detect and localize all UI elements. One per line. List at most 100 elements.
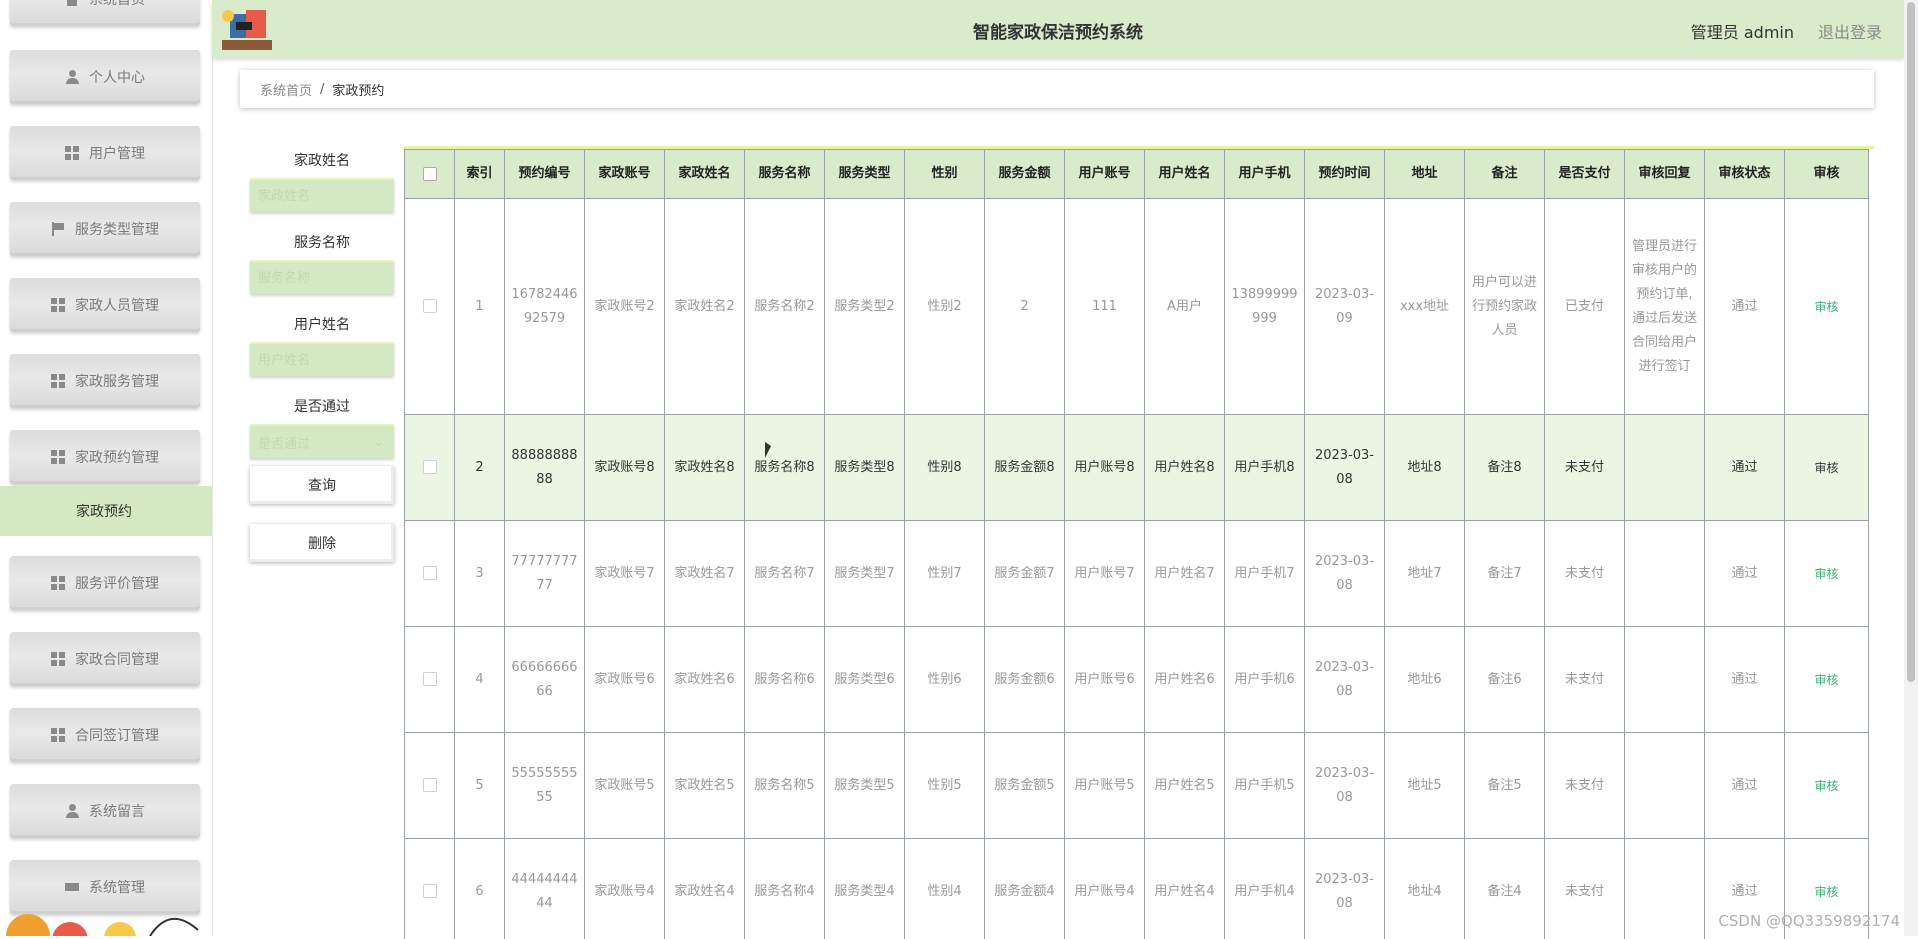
row-select-cell[interactable] xyxy=(405,839,455,939)
table-cell: 用户手机6 xyxy=(1225,627,1305,733)
table-cell: 服务类型5 xyxy=(825,733,905,839)
table-cell: 性别8 xyxy=(905,415,985,521)
user-name-label: 用户姓名 xyxy=(248,314,396,334)
table-cell: 2023-03-08 xyxy=(1305,415,1385,521)
table-cell: 5555555555 xyxy=(505,733,585,839)
row-checkbox[interactable] xyxy=(423,460,437,474)
booking-table: 索引 预约编号 家政账号 家政姓名 服务名称 服务类型 性别 服务金额 用户账号… xyxy=(404,149,1869,939)
sidebar: 系统首页 个人中心 用户管理 服务类型管理 家政人员管理 家政服务管理 家政预约… xyxy=(0,0,213,936)
table-cell: 未支付 xyxy=(1545,627,1625,733)
table-row[interactable]: 64444444444家政账号4家政姓名4服务名称4服务类型4性别4服务金额4用… xyxy=(405,839,1869,939)
sidebar-item-bookings[interactable]: 家政预约管理 xyxy=(10,430,200,484)
table-row[interactable]: 11678244692579家政账号2家政姓名2服务名称2服务类型2性别2211… xyxy=(405,199,1869,415)
table-cell: 未支付 xyxy=(1545,733,1625,839)
row-checkbox[interactable] xyxy=(423,299,437,313)
query-button[interactable]: 查询 xyxy=(250,466,394,504)
sidebar-item-home[interactable]: 系统首页 xyxy=(10,0,200,26)
service-name-label: 服务名称 xyxy=(248,232,396,252)
table-row[interactable]: 46666666666家政账号6家政姓名6服务名称6服务类型6性别6服务金额6用… xyxy=(405,627,1869,733)
table-cell: 通过 xyxy=(1705,199,1785,415)
sidebar-item-label: 家政预约管理 xyxy=(75,447,159,467)
table-cell: xxx地址 xyxy=(1385,199,1465,415)
table-cell: 地址7 xyxy=(1385,521,1465,627)
delete-button[interactable]: 删除 xyxy=(250,524,394,562)
breadcrumb-separator: / xyxy=(320,82,324,97)
table-cell: 家政账号7 xyxy=(585,521,665,627)
sidebar-item-label: 系统管理 xyxy=(89,877,145,897)
row-select-cell[interactable] xyxy=(405,199,455,415)
table-cell: 用户姓名8 xyxy=(1145,415,1225,521)
table-cell: 服务金额4 xyxy=(985,839,1065,939)
breadcrumb-home[interactable]: 系统首页 xyxy=(260,80,312,99)
table-row[interactable]: 28888888888家政账号8家政姓名8服务名称8服务类型8性别8服务金额8用… xyxy=(405,415,1869,521)
review-link[interactable]: 审核 xyxy=(1785,733,1869,839)
table-cell: 服务名称8 xyxy=(745,415,825,521)
row-select-cell[interactable] xyxy=(405,733,455,839)
table-cell: 通过 xyxy=(1705,521,1785,627)
select-all-cell[interactable] xyxy=(405,150,455,199)
sidebar-item-label: 系统首页 xyxy=(89,0,145,9)
table-cell: 家政姓名5 xyxy=(665,733,745,839)
page-scrollbar[interactable] xyxy=(1904,0,1918,936)
review-link[interactable]: 审核 xyxy=(1785,627,1869,733)
approved-select[interactable]: 是否通过 ⌄ xyxy=(250,424,394,458)
table-row[interactable]: 37777777777家政账号7家政姓名7服务名称7服务类型7性别7服务金额7用… xyxy=(405,521,1869,627)
sidebar-item-service-types[interactable]: 服务类型管理 xyxy=(10,202,200,256)
chevron-down-icon: ⌄ xyxy=(373,435,384,450)
table-cell: 用户可以进行预约家政人员 xyxy=(1465,199,1545,415)
table-cell: 2023-03-09 xyxy=(1305,199,1385,415)
table-cell: 用户姓名7 xyxy=(1145,521,1225,627)
sidebar-item-signing[interactable]: 合同签订管理 xyxy=(10,708,200,762)
row-select-cell[interactable] xyxy=(405,627,455,733)
row-checkbox[interactable] xyxy=(423,884,437,898)
select-all-checkbox[interactable] xyxy=(423,167,437,181)
table-cell xyxy=(1625,521,1705,627)
staff-name-input[interactable] xyxy=(250,178,394,212)
column-header: 用户手机 xyxy=(1225,150,1305,199)
sidebar-item-messages[interactable]: 系统留言 xyxy=(10,784,200,838)
table-cell: 6666666666 xyxy=(505,627,585,733)
column-header: 家政姓名 xyxy=(665,150,745,199)
sidebar-item-profile[interactable]: 个人中心 xyxy=(10,50,200,104)
user-icon xyxy=(65,70,79,84)
table-row[interactable]: 55555555555家政账号5家政姓名5服务名称5服务类型5性别5服务金额5用… xyxy=(405,733,1869,839)
table-cell: 1678244692579 xyxy=(505,199,585,415)
row-select-cell[interactable] xyxy=(405,415,455,521)
review-link[interactable]: 审核 xyxy=(1785,521,1869,627)
sidebar-item-reviews[interactable]: 服务评价管理 xyxy=(10,556,200,610)
sidebar-item-label: 服务类型管理 xyxy=(75,219,159,239)
table-cell: 地址8 xyxy=(1385,415,1465,521)
review-link[interactable]: 审核 xyxy=(1785,415,1869,521)
sidebar-item-label: 家政服务管理 xyxy=(75,371,159,391)
row-checkbox[interactable] xyxy=(423,778,437,792)
sidebar-item-staff[interactable]: 家政人员管理 xyxy=(10,278,200,332)
column-header: 审核 xyxy=(1785,150,1869,199)
table-cell: 地址6 xyxy=(1385,627,1465,733)
service-name-input[interactable] xyxy=(250,260,394,294)
row-checkbox[interactable] xyxy=(423,566,437,580)
row-checkbox[interactable] xyxy=(423,672,437,686)
grid-icon xyxy=(51,298,65,312)
table-cell: 家政姓名6 xyxy=(665,627,745,733)
sidebar-item-label: 合同签订管理 xyxy=(75,725,159,745)
user-name-input[interactable] xyxy=(250,342,394,376)
row-select-cell[interactable] xyxy=(405,521,455,627)
table-cell: 服务类型8 xyxy=(825,415,905,521)
table-cell: 通过 xyxy=(1705,733,1785,839)
table-cell: 家政账号5 xyxy=(585,733,665,839)
review-link[interactable]: 审核 xyxy=(1785,199,1869,415)
table-cell: 服务金额7 xyxy=(985,521,1065,627)
sidebar-subitem-booking[interactable]: 家政预约 xyxy=(0,486,212,536)
column-header: 服务金额 xyxy=(985,150,1065,199)
sidebar-item-services[interactable]: 家政服务管理 xyxy=(10,354,200,408)
table-cell: 13899999999 xyxy=(1225,199,1305,415)
scrollbar-thumb[interactable] xyxy=(1907,2,1915,682)
sidebar-item-contracts[interactable]: 家政合同管理 xyxy=(10,632,200,686)
sidebar-item-label: 用户管理 xyxy=(89,143,145,163)
column-header: 预约编号 xyxy=(505,150,585,199)
table-cell: 4 xyxy=(455,627,505,733)
logout-link[interactable]: 退出登录 xyxy=(1818,19,1882,43)
table-cell: 家政账号8 xyxy=(585,415,665,521)
grid-icon xyxy=(51,450,65,464)
sidebar-item-users[interactable]: 用户管理 xyxy=(10,126,200,180)
